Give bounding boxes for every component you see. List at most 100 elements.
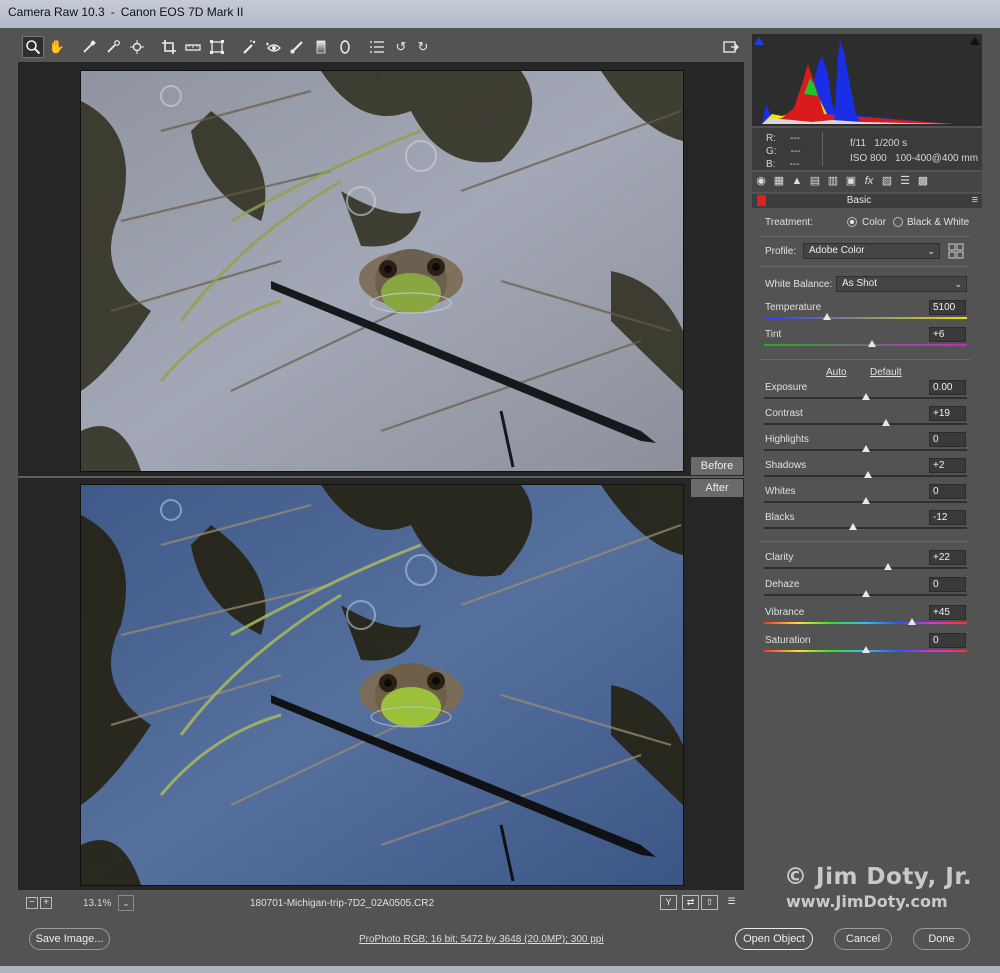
copy-settings-icon[interactable]: ⇧ xyxy=(701,895,718,910)
vibrance-slider-thumb[interactable] xyxy=(908,618,916,625)
contrast-value-input[interactable]: +19 xyxy=(929,406,966,421)
straighten-tool-icon[interactable] xyxy=(182,36,204,58)
g-label: G: xyxy=(766,146,777,157)
saturation-slider-thumb[interactable] xyxy=(862,646,870,653)
open-object-button[interactable]: Open Object xyxy=(735,928,813,950)
contrast-slider-track[interactable] xyxy=(764,423,967,425)
split-toning-tab-icon[interactable]: ▥ xyxy=(826,174,840,188)
zoom-dropdown[interactable]: ⌄ xyxy=(118,895,134,911)
zoom-out-button[interactable]: − xyxy=(26,897,38,909)
before-label-button[interactable]: Before xyxy=(691,457,743,475)
transform-tool-icon[interactable] xyxy=(206,36,228,58)
default-link[interactable]: Default xyxy=(870,367,902,378)
swap-settings-icon[interactable]: ⇄ xyxy=(682,895,699,910)
exposure-slider-thumb[interactable] xyxy=(862,393,870,400)
treatment-bw-radio[interactable] xyxy=(893,217,903,227)
lens: 100-400@400 mm xyxy=(895,153,979,164)
dehaze-value-input[interactable]: 0 xyxy=(929,577,966,592)
whites-slider-thumb[interactable] xyxy=(862,497,870,504)
vibrance-value-input[interactable]: +45 xyxy=(929,605,966,620)
rotate-right-icon[interactable]: ↻ xyxy=(412,36,434,58)
clarity-slider-track[interactable] xyxy=(764,567,967,569)
tint-value-input[interactable]: +6 xyxy=(929,327,966,342)
g-value: --- xyxy=(790,146,801,157)
lens-corrections-tab-icon[interactable]: ▣ xyxy=(844,174,858,188)
watermark-url: www.JimDoty.com xyxy=(786,892,948,911)
cancel-button[interactable]: Cancel xyxy=(834,928,892,950)
tint-slider-track[interactable] xyxy=(764,344,967,346)
exposure-value-input[interactable]: 0.00 xyxy=(929,380,966,395)
divider xyxy=(760,266,970,267)
toggle-settings-icon[interactable]: ☰ xyxy=(723,895,740,910)
full-screen-icon[interactable] xyxy=(720,36,742,58)
section-title: Basic xyxy=(846,195,872,206)
divider xyxy=(760,236,970,237)
basic-tab-icon[interactable]: ◉ xyxy=(754,174,768,188)
blacks-value-input[interactable]: -12 xyxy=(929,510,966,525)
graduated-filter-icon[interactable] xyxy=(310,36,332,58)
saturation-value-input[interactable]: 0 xyxy=(929,633,966,648)
clarity-value-input[interactable]: +22 xyxy=(929,550,966,565)
app-title: Camera Raw 10.3 xyxy=(8,5,105,19)
dehaze-slider-thumb[interactable] xyxy=(862,590,870,597)
rotate-left-icon[interactable]: ↺ xyxy=(390,36,412,58)
snapshots-tab-icon[interactable]: ▩ xyxy=(916,174,930,188)
clarity-slider-thumb[interactable] xyxy=(884,563,892,570)
toolbar: ✋ ↺ ↻ xyxy=(18,36,744,60)
shadows-slider-thumb[interactable] xyxy=(864,471,872,478)
highlights-slider-thumb[interactable] xyxy=(862,445,870,452)
white-balance-value: As Shot xyxy=(842,278,878,289)
adjustment-brush-icon[interactable] xyxy=(286,36,308,58)
color-sampler-tool-icon[interactable] xyxy=(102,36,124,58)
targeted-adjustment-tool-icon[interactable] xyxy=(126,36,148,58)
done-button[interactable]: Done xyxy=(913,928,970,950)
white-balance-label: White Balance: xyxy=(765,279,833,290)
temperature-value-input[interactable]: 5100 xyxy=(929,300,966,315)
presets-tab-icon[interactable]: ☰ xyxy=(898,174,912,188)
exposure-label: Exposure xyxy=(765,382,808,393)
effects-tab-icon[interactable]: fx xyxy=(862,174,876,188)
temperature-slider-thumb[interactable] xyxy=(823,313,831,320)
iso: ISO 800 xyxy=(850,153,887,164)
divider xyxy=(760,359,970,360)
after-label-button[interactable]: After xyxy=(691,479,743,497)
dehaze-label: Dehaze xyxy=(765,579,800,590)
white-balance-dropdown[interactable]: As Shot ⌄ xyxy=(836,276,967,292)
spot-removal-tool-icon[interactable] xyxy=(238,36,260,58)
before-after-view-icon[interactable]: Y xyxy=(660,895,677,910)
blacks-slider-track[interactable] xyxy=(764,527,967,529)
red-eye-tool-icon[interactable] xyxy=(262,36,284,58)
panel-tabs: ◉ ▦ ▲ ▤ ▥ ▣ fx ▧ ☰ ▩ xyxy=(752,172,982,192)
blacks-slider-thumb[interactable] xyxy=(849,523,857,530)
whites-label: Whites xyxy=(765,486,796,497)
zoom-tool-icon[interactable] xyxy=(22,36,44,58)
radial-filter-icon[interactable] xyxy=(334,36,356,58)
highlights-value-input[interactable]: 0 xyxy=(929,432,966,447)
save-image-button[interactable]: Save Image... xyxy=(29,928,110,950)
panel-menu-icon[interactable]: ≡ xyxy=(972,194,978,206)
treatment-color-radio[interactable] xyxy=(847,217,857,227)
zoom-level: 13.1% xyxy=(83,898,112,909)
contrast-slider-thumb[interactable] xyxy=(882,419,890,426)
auto-link[interactable]: Auto xyxy=(826,367,847,378)
shutter-speed: 1/200 s xyxy=(874,138,908,149)
tint-slider-thumb[interactable] xyxy=(868,340,876,347)
hsl-tab-icon[interactable]: ▤ xyxy=(808,174,822,188)
tone-curve-tab-icon[interactable]: ▦ xyxy=(772,174,786,188)
vibrance-slider-track[interactable] xyxy=(764,622,967,624)
hand-tool-icon[interactable]: ✋ xyxy=(46,36,68,58)
zoom-in-button[interactable]: + xyxy=(40,897,52,909)
profile-dropdown[interactable]: Adobe Color ⌄ xyxy=(803,243,940,259)
profile-browser-icon[interactable] xyxy=(948,243,964,259)
workflow-options-link[interactable]: ProPhoto RGB; 16 bit; 5472 by 3648 (20.0… xyxy=(359,934,604,945)
detail-tab-icon[interactable]: ▲ xyxy=(790,174,804,188)
shadows-value-input[interactable]: +2 xyxy=(929,458,966,473)
camera-calibration-tab-icon[interactable]: ▧ xyxy=(880,174,894,188)
temperature-slider-track[interactable] xyxy=(764,317,967,319)
preferences-icon[interactable] xyxy=(366,36,388,58)
crop-tool-icon[interactable] xyxy=(158,36,180,58)
whites-value-input[interactable]: 0 xyxy=(929,484,966,499)
treatment-color-label: Color xyxy=(862,217,886,228)
file-name: 180701-Michigan-trip-7D2_02A0505.CR2 xyxy=(250,898,434,909)
white-balance-tool-icon[interactable] xyxy=(78,36,100,58)
